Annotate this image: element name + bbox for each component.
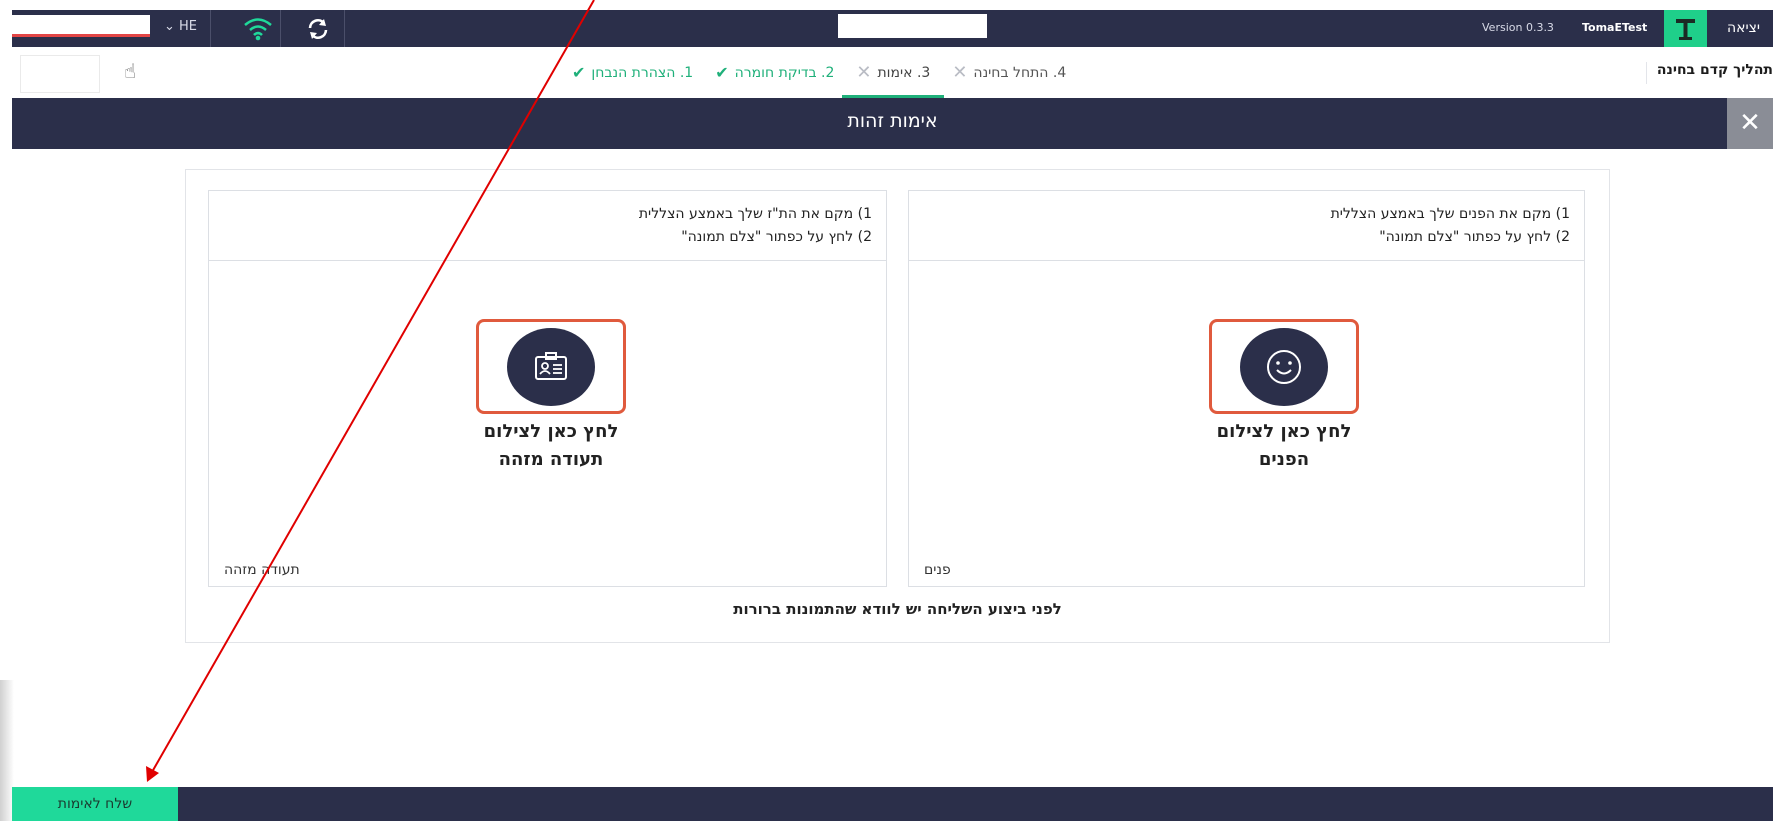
instruction-line: 1) מקם את הת"ז שלך באמצע הצללית xyxy=(638,206,872,222)
id-instructions: 1) מקם את הת"ז שלך באמצע הצללית 2) לחץ ע… xyxy=(209,191,886,261)
close-icon: ✕ xyxy=(1739,108,1761,138)
wifi-icon xyxy=(244,18,272,41)
title-bar: אימות זהות ✕ xyxy=(12,98,1773,149)
capture-label-line: לחץ כאן לצילום xyxy=(483,421,619,442)
id-capture-button[interactable]: לחץ כאן לצילום תעודה מזהה xyxy=(431,319,671,474)
instruction-line: 1) מקם את הפנים שלך באמצע הצללית xyxy=(1330,206,1570,222)
refresh-icon[interactable] xyxy=(305,16,331,42)
capture-label-line: לחץ כאן לצילום xyxy=(1216,421,1352,442)
top-bar: ⌄ HE Version 0.3.3 TomaETest יציאה xyxy=(12,10,1773,47)
step-label: 4. התחל בחינה xyxy=(973,64,1067,81)
clarity-note: לפני ביצוע השליחה יש לוודא שהתמונות ברור… xyxy=(733,600,1062,618)
page-title: אימות זהות xyxy=(847,110,938,132)
divider xyxy=(210,10,211,47)
step-left-field xyxy=(20,55,100,93)
divider xyxy=(280,10,281,47)
exit-button[interactable]: יציאה xyxy=(1714,10,1773,47)
send-verification-button[interactable]: שלח לאימות xyxy=(12,787,178,821)
id-caption: תעודה מזהה xyxy=(224,562,300,578)
id-capture-frame[interactable] xyxy=(476,319,626,414)
face-capture-circle[interactable] xyxy=(1240,327,1328,406)
step-label: 3. אימות xyxy=(877,64,931,81)
user-name: TomaETest xyxy=(1582,21,1648,34)
language-selector[interactable]: ⌄ HE xyxy=(164,19,197,34)
version-label: Version 0.3.3 xyxy=(1482,21,1554,34)
smiley-icon xyxy=(1267,349,1301,384)
id-panel: 1) מקם את הת"ז שלך באמצע הצללית 2) לחץ ע… xyxy=(208,190,887,587)
mortarboard-button[interactable] xyxy=(1664,10,1707,47)
step-label: 2. בדיקת חומרה xyxy=(734,64,835,81)
step-bar: ☝ 1. הצהרת הנבחן ✔ 2. בדיקת חומרה ✔ 3. א… xyxy=(12,47,1773,99)
step-verification[interactable]: 3. אימות ✕ xyxy=(842,47,945,98)
step-start-exam[interactable]: 4. התחל בחינה ✕ xyxy=(952,47,1066,98)
center-field xyxy=(838,14,987,38)
hand-icon[interactable]: ☝ xyxy=(124,59,136,83)
face-caption: פנים xyxy=(924,562,951,578)
check-icon: ✔ xyxy=(572,63,586,82)
face-instructions: 1) מקם את הפנים שלך באמצע הצללית 2) לחץ … xyxy=(909,191,1584,261)
check-icon: ✔ xyxy=(715,63,729,82)
footer-bar: שלח לאימות xyxy=(12,787,1773,821)
face-panel: 1) מקם את הפנים שלך באמצע הצללית 2) לחץ … xyxy=(908,190,1585,587)
capture-label-line: הפנים xyxy=(1258,449,1310,470)
face-capture-label[interactable]: לחץ כאן לצילום הפנים xyxy=(1164,418,1404,474)
x-icon: ✕ xyxy=(856,62,872,83)
divider xyxy=(344,10,345,47)
pre-exam-title: תהליך קדם בחינה xyxy=(1645,62,1773,84)
step-hardware-check[interactable]: 2. בדיקת חומרה ✔ xyxy=(715,47,834,98)
id-card-icon xyxy=(535,351,567,380)
x-icon: ✕ xyxy=(952,62,968,83)
verification-container: 1) מקם את הפנים שלך באמצע הצללית 2) לחץ … xyxy=(185,169,1610,643)
close-button[interactable]: ✕ xyxy=(1727,98,1773,149)
step-label: 1. הצהרת הנבחן xyxy=(591,64,694,81)
mortarboard-icon xyxy=(1676,19,1695,40)
id-capture-circle[interactable] xyxy=(507,327,595,406)
instruction-line: 2) לחץ על כפתור "צלם תמונה" xyxy=(681,229,872,245)
language-label: HE xyxy=(179,19,198,34)
face-capture-frame[interactable] xyxy=(1209,319,1359,414)
top-left-field xyxy=(12,15,150,37)
id-capture-label[interactable]: לחץ כאן לצילום תעודה מזהה xyxy=(431,418,671,474)
capture-label-line: תעודה מזהה xyxy=(498,449,604,470)
step-declaration[interactable]: 1. הצהרת הנבחן ✔ xyxy=(572,47,693,98)
step-list: 1. הצהרת הנבחן ✔ 2. בדיקת חומרה ✔ 3. אימ… xyxy=(572,47,1066,98)
instruction-line: 2) לחץ על כפתור "צלם תמונה" xyxy=(1379,229,1570,245)
face-capture-button[interactable]: לחץ כאן לצילום הפנים xyxy=(1164,319,1404,474)
